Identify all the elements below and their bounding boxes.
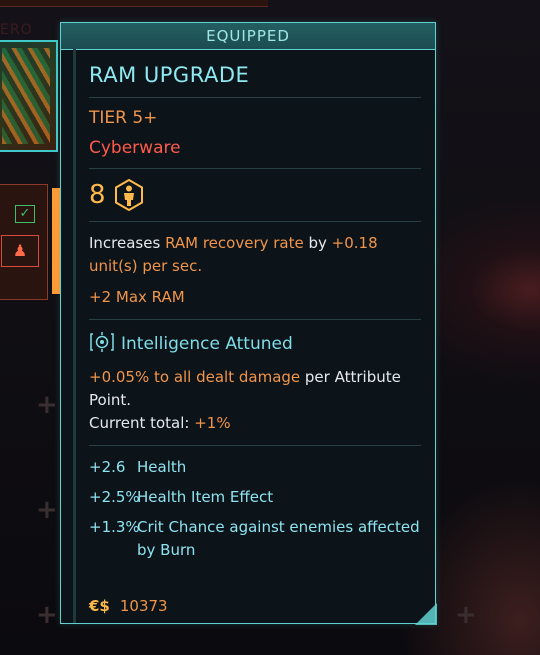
cyberware-capacity-icon xyxy=(114,178,143,212)
deco-plus: + xyxy=(36,495,58,525)
effect-description: Increases RAM recovery rate by +0.18 uni… xyxy=(89,232,421,278)
stat-line: +2.5% Health Item Effect xyxy=(89,486,421,509)
tooltip-content: RAM UPGRADE TIER 5+ Cyberware 8 Increase… xyxy=(89,49,421,569)
desc-middle: by xyxy=(303,234,332,252)
deco-plus: + xyxy=(36,390,58,420)
check-icon: ✓ xyxy=(15,205,35,223)
item-tier: TIER 5+ xyxy=(89,108,158,128)
stat-label: Crit Chance against enemies affected by … xyxy=(137,518,420,559)
divider xyxy=(89,97,421,98)
attunement-bonus: +0.05% to all dealt damage xyxy=(89,368,301,386)
stat-line: +1.3% Crit Chance against enemies affect… xyxy=(89,516,421,562)
attunement-current: Current total: +1% xyxy=(89,412,421,435)
deco-plus: + xyxy=(36,600,58,630)
slot-item-art xyxy=(2,48,50,144)
equipped-slot-tile[interactable] xyxy=(0,40,58,152)
stat-list: +2.6 Health +2.5% Health Item Effect +1.… xyxy=(89,456,421,562)
desc-highlight: RAM recovery rate xyxy=(165,234,304,252)
cyberware-slot[interactable]: ✓ ♟ xyxy=(0,184,48,300)
attunement-row: Intelligence Attuned xyxy=(89,330,421,358)
stat-line: +2.6 Health xyxy=(89,456,421,479)
desc-prefix: Increases xyxy=(89,234,166,252)
current-total-value: +1% xyxy=(194,414,231,432)
item-price: 10373 xyxy=(119,597,168,615)
item-tooltip: EQUIPPED RAM UPGRADE TIER 5+ Cyberware 8… xyxy=(60,22,437,625)
eurodollar-icon: €$ xyxy=(89,597,110,615)
item-name: RAM UPGRADE xyxy=(89,63,250,87)
attunement-icon xyxy=(89,330,115,358)
capacity-cost-value: 8 xyxy=(89,180,106,210)
corner-accent xyxy=(415,603,437,625)
top-strip xyxy=(0,0,268,7)
stat-value: +1.3% xyxy=(89,518,140,536)
stat-label: Health Item Effect xyxy=(137,488,274,506)
capacity-cost-row: 8 xyxy=(89,178,421,212)
stat-label: Health xyxy=(137,458,187,476)
current-total-label: Current total: xyxy=(89,414,195,432)
attunement-description: +0.05% to all dealt damage per Attribute… xyxy=(89,366,421,412)
cyberware-slot-icon: ♟ xyxy=(1,235,39,267)
item-category: Cyberware xyxy=(89,138,181,158)
attunement-label: Intelligence Attuned xyxy=(121,334,293,354)
divider xyxy=(89,168,421,169)
divider xyxy=(89,319,421,320)
stat-value: +2.6 xyxy=(89,458,126,476)
price-row: €$ 10373 xyxy=(89,597,168,615)
max-ram-bonus: +2 Max RAM xyxy=(89,288,185,306)
equipped-header: EQUIPPED xyxy=(61,23,435,50)
stat-value: +2.5% xyxy=(89,488,140,506)
tooltip-inner-rail xyxy=(73,49,76,623)
ghost-label: ERO xyxy=(0,22,33,38)
divider xyxy=(89,221,421,222)
deco-plus: + xyxy=(455,600,477,630)
divider xyxy=(89,445,421,446)
